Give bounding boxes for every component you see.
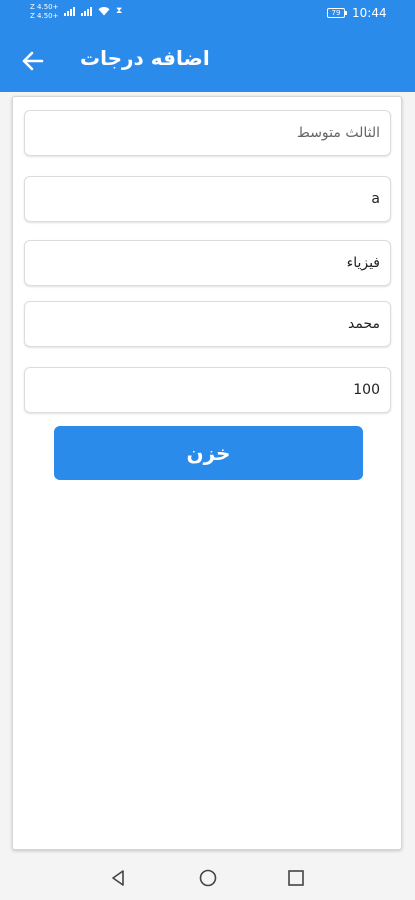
hourglass-icon: ⧗ — [116, 6, 123, 16]
arrow-left-icon — [22, 51, 44, 71]
circle-home-icon[interactable] — [198, 868, 218, 888]
signal-icon — [81, 6, 92, 16]
system-nav-bar — [0, 855, 415, 900]
section-input[interactable] — [25, 177, 390, 221]
grade-field[interactable] — [24, 367, 391, 413]
subject-field[interactable] — [24, 240, 391, 286]
save-button[interactable]: خزن — [54, 426, 363, 480]
status-icons: ⧗ — [64, 6, 122, 16]
wifi-icon — [98, 7, 110, 16]
battery-icon: 79 — [327, 8, 347, 18]
carrier-line-2: Z 4.50+ — [30, 12, 59, 20]
subject-input[interactable] — [25, 241, 390, 285]
section-field[interactable] — [24, 176, 391, 222]
status-bar: Z 4.50+ Z 4.50+ ⧗ 79 10:44 — [0, 0, 415, 28]
class-input[interactable] — [25, 111, 390, 155]
carrier-info: Z 4.50+ Z 4.50+ — [30, 3, 58, 21]
signal-icon — [64, 6, 75, 16]
student-name-input[interactable] — [25, 302, 390, 346]
grade-input[interactable] — [25, 368, 390, 412]
clock: 10:44 — [352, 6, 387, 20]
class-field[interactable] — [24, 110, 391, 156]
student-name-field[interactable] — [24, 301, 391, 347]
back-button[interactable] — [18, 46, 48, 76]
page-title: اضافه درجات — [80, 46, 210, 70]
app-bar: اضافه درجات — [0, 28, 415, 92]
square-recents-icon[interactable] — [286, 868, 306, 888]
triangle-back-icon[interactable] — [108, 868, 128, 888]
form-card: خزن — [12, 96, 402, 850]
carrier-line-1: Z 4.50+ — [30, 3, 59, 11]
